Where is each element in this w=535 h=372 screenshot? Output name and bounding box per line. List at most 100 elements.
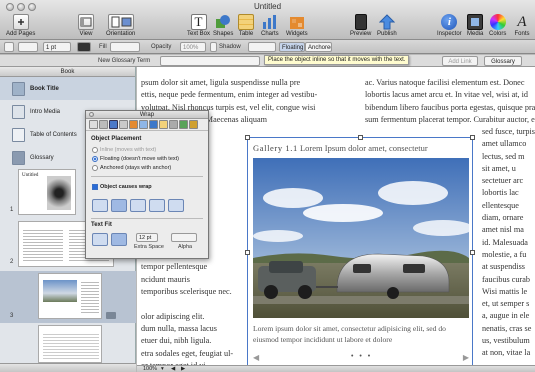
inspector-title: Wrap	[86, 111, 208, 119]
flower-image	[47, 176, 71, 210]
wrap-around-button[interactable]	[111, 199, 127, 212]
wrap-inspector-panel: Wrap Object Placement Inline (moves with…	[85, 110, 209, 259]
next-page-icon[interactable]: ▶	[181, 366, 185, 372]
shadow-checkbox[interactable]	[210, 42, 217, 52]
resize-handle[interactable]	[245, 250, 250, 255]
add-link-button[interactable]: Add Link	[442, 56, 478, 66]
text-line: lobortis lacus amet arcu et. In vitae ve…	[365, 90, 529, 100]
resize-handle[interactable]	[358, 135, 363, 140]
table-inspector-icon[interactable]	[159, 120, 168, 129]
widget-inspector-icon[interactable]	[179, 120, 188, 129]
fonts-icon: A	[517, 14, 527, 30]
graphic-inspector-icon[interactable]	[129, 120, 138, 129]
link-inspector-icon[interactable]	[169, 120, 178, 129]
gallery-widget[interactable]: Gallery 1.1 Lorem Ipsum dolor amet, cons…	[245, 135, 475, 365]
text-fit-shape-button[interactable]	[111, 233, 127, 246]
shapes-button[interactable]: Shapes	[213, 14, 233, 37]
wrap-left-button[interactable]	[92, 199, 108, 212]
stroke-width-field[interactable]: 1 pt	[43, 42, 71, 52]
text-inspector-icon[interactable]	[119, 120, 128, 129]
new-glossary-term-field[interactable]	[160, 56, 260, 66]
page-thumb-row-selected[interactable]: 3	[0, 271, 136, 323]
orientation-button[interactable]: Orientation	[106, 14, 135, 37]
page-thumb-row[interactable]	[0, 323, 136, 363]
text-line: at non, vitae la	[482, 348, 531, 358]
extra-space-field[interactable]: 12 pt	[136, 233, 158, 242]
object-causes-wrap-checkbox[interactable]: Object causes wrap	[92, 184, 152, 190]
document-inspector-icon[interactable]	[89, 120, 98, 129]
text-line: sectetuer arc	[482, 176, 524, 186]
new-glossary-term-label: New Glossary Term	[98, 58, 151, 64]
layout-inspector-icon[interactable]	[99, 120, 108, 129]
quicktime-inspector-icon[interactable]	[189, 120, 198, 129]
opacity-field[interactable]: 100%	[180, 42, 206, 52]
page-thumbnail[interactable]: Untitled	[18, 169, 76, 215]
wrap-right-button[interactable]	[130, 199, 146, 212]
text-line: ettis, neque pede fermentum, enim intege…	[141, 90, 318, 100]
text-line: bibendum libero faucibus porta egestas, …	[365, 102, 535, 112]
wrap-above-below-button[interactable]	[149, 199, 165, 212]
media-film-icon	[467, 14, 484, 30]
floating-button[interactable]: Floating	[279, 42, 305, 52]
orientation-icon	[107, 14, 134, 30]
fill-color-well[interactable]	[110, 42, 140, 52]
info-icon: i	[441, 14, 458, 30]
page-thumbnail[interactable]	[38, 325, 102, 363]
body-text-wrap-column[interactable]: sed fusce, turpis amet ullamco lectus, sed…	[482, 126, 535, 360]
anchored-button[interactable]: Anchored	[305, 42, 332, 52]
inspector-button[interactable]: i Inspector	[437, 14, 462, 37]
fonts-button[interactable]: A Fonts	[514, 14, 530, 37]
sidebar-item-book-title[interactable]: Book Title	[0, 77, 135, 100]
add-pages-button[interactable]: Add Pages	[6, 14, 35, 37]
body-text-right-column[interactable]: ac. Varius natoque facilisi elementum es…	[365, 77, 535, 126]
thumbnail-menu-icon[interactable]	[106, 312, 116, 319]
glossary-button[interactable]: Glossary	[484, 56, 522, 66]
media-button[interactable]: Media	[467, 14, 483, 37]
gallery-label: Gallery 1.1	[253, 143, 298, 153]
view-button[interactable]: View	[78, 14, 94, 37]
page-number: 3	[10, 313, 14, 319]
gallery-photo[interactable]	[253, 158, 469, 318]
resize-handle[interactable]	[470, 135, 475, 140]
inline-radio[interactable]: Inline (moves with text)	[92, 147, 156, 153]
metrics-inspector-icon[interactable]	[139, 120, 148, 129]
next-arrow-icon[interactable]: ▶	[463, 353, 469, 362]
charts-button[interactable]: Charts	[261, 14, 279, 37]
previous-page-icon[interactable]: ◀	[171, 366, 175, 372]
preview-button[interactable]: Preview	[350, 14, 371, 37]
text-box-button[interactable]: T Text Box	[187, 14, 210, 37]
text-fit-bounds-button[interactable]	[92, 233, 108, 246]
text-line: psum dolor sit amet, ligula suspendisse …	[141, 78, 301, 87]
text-line: ellentesque	[482, 200, 519, 210]
stroke-style-popup[interactable]	[4, 42, 14, 52]
book-tab[interactable]: Book	[0, 67, 135, 77]
inspector-close-button[interactable]	[89, 112, 94, 117]
intro-media-icon	[12, 104, 25, 119]
zoom-stepper-icon[interactable]: ▾	[161, 366, 164, 372]
zoom-popup[interactable]: 100%	[143, 366, 157, 372]
text-line: sum fermentum placerat tempor. Curabitur…	[365, 114, 535, 124]
resize-handle[interactable]	[470, 250, 475, 255]
widgets-button[interactable]: Widgets	[286, 14, 308, 37]
inspector-tabs	[86, 119, 208, 131]
previous-arrow-icon[interactable]: ◀	[253, 353, 259, 362]
page-thumbnail[interactable]	[38, 273, 102, 319]
wrap-largest-space-button[interactable]	[168, 199, 184, 212]
publish-button[interactable]: Publish	[377, 14, 397, 37]
anchored-radio[interactable]: Anchored (stays with anchor)	[92, 165, 171, 171]
chart-inspector-icon[interactable]	[149, 120, 158, 129]
line-style-popup[interactable]	[18, 42, 38, 52]
floating-radio[interactable]: Floating (doesn't move with text)	[92, 156, 179, 162]
text-line: sit amet, u	[482, 163, 516, 173]
wrap-inspector-icon[interactable]	[109, 120, 118, 129]
table-button[interactable]: Table	[238, 14, 254, 37]
resize-handle[interactable]	[245, 135, 250, 140]
colors-button[interactable]: Colors	[489, 14, 506, 37]
stroke-color-well[interactable]	[77, 42, 91, 52]
alpha-slider[interactable]	[171, 233, 197, 242]
gallery-navigation: ◀ • • • ▶	[253, 352, 469, 362]
window-title: Untitled	[253, 2, 282, 11]
wrap-popup[interactable]	[248, 42, 276, 52]
page-number: 2	[10, 259, 14, 265]
gallery-caption[interactable]: Lorem ipsum dolor sit amet, consectetur …	[253, 324, 469, 345]
